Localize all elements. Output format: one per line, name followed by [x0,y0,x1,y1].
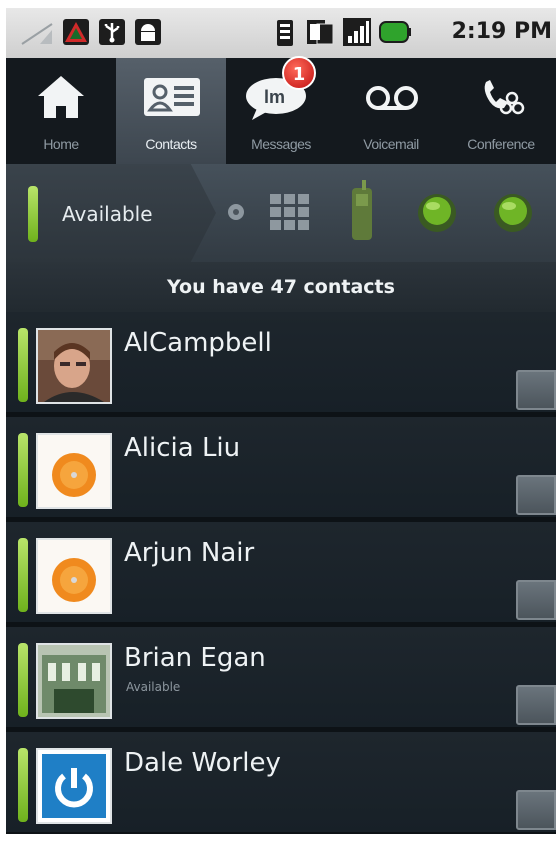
contact-status: Available [126,680,181,694]
battery-icon [379,21,411,43]
contact-row[interactable]: Brian Egan Available [6,627,556,732]
clock: 2:19 PM [451,19,552,44]
voicemail-icon [366,86,418,110]
status-bar: 2:19 PM [6,8,556,58]
android-icon [135,19,161,45]
presence-bar: Available [6,164,556,262]
contact-row[interactable]: Arjun Nair [6,522,556,627]
contact-name: AlCampbell [124,328,272,358]
warning-icon [63,19,89,45]
presence-indicator [18,538,28,612]
status-green-icon[interactable] [416,192,458,234]
tab-messages[interactable]: lm 1 Messages [226,56,336,164]
tab-label: Contacts [145,136,197,152]
messages-bubble-icon: lm [246,78,306,120]
contact-checkbox[interactable] [516,685,556,725]
contact-name: Brian Egan [124,643,266,673]
contact-checkbox[interactable] [516,580,556,620]
phone-icon[interactable] [348,180,378,244]
usb-icon [99,19,125,45]
contact-name: Arjun Nair [124,538,255,568]
contact-name: Dale Worley [124,748,281,778]
power-avatar [36,748,112,824]
contact-row[interactable]: Dale Worley [6,732,556,834]
tab-bar: Home Contacts lm 1 Messages Voicemail Co… [6,56,556,164]
contact-list: AlCampbell Alicia Liu Arjun Nair Brian E… [6,312,556,834]
vibrate-icon [277,20,293,46]
contacts-card-icon [144,78,200,116]
close-dot-icon[interactable] [226,202,246,222]
tab-label: Messages [251,136,311,152]
presence-indicator [18,328,28,402]
messages-badge: 1 [282,56,316,90]
tab-conference[interactable]: Conference [446,58,556,164]
status-green-icon[interactable] [492,192,534,234]
photo-avatar [36,328,112,404]
presence-indicator [28,186,38,242]
tab-label: Voicemail [363,136,419,152]
building-avatar [36,643,112,719]
tab-voicemail[interactable]: Voicemail [336,58,446,164]
app-frame: 2:19 PM Home Contacts lm 1 Messages Voic… [6,8,556,834]
signal-icon [21,23,53,45]
contact-checkbox[interactable] [516,475,556,515]
presence-indicator [18,433,28,507]
svg-text:lm: lm [264,87,285,107]
tab-home[interactable]: Home [6,58,116,164]
sim-icon [307,20,334,45]
contact-checkbox[interactable] [516,370,556,410]
tab-label: Conference [467,136,535,152]
orange-avatar [36,538,112,614]
tab-contacts[interactable]: Contacts [116,58,226,164]
contacts-count-banner: You have 47 contacts [6,262,556,312]
conference-icon [484,80,525,115]
tab-label: Home [43,136,79,152]
contact-row[interactable]: AlCampbell [6,312,556,417]
presence-label: Available [62,202,153,226]
dialpad-icon[interactable] [268,192,312,232]
presence-indicator [18,643,28,717]
home-icon [38,76,84,118]
contact-checkbox[interactable] [516,790,556,830]
orange-avatar [36,433,112,509]
contact-row[interactable]: Alicia Liu [6,417,556,522]
presence-indicator [18,748,28,822]
contact-name: Alicia Liu [124,433,241,463]
cell-signal-icon [343,18,371,46]
presence-selector[interactable]: Available [6,164,216,262]
